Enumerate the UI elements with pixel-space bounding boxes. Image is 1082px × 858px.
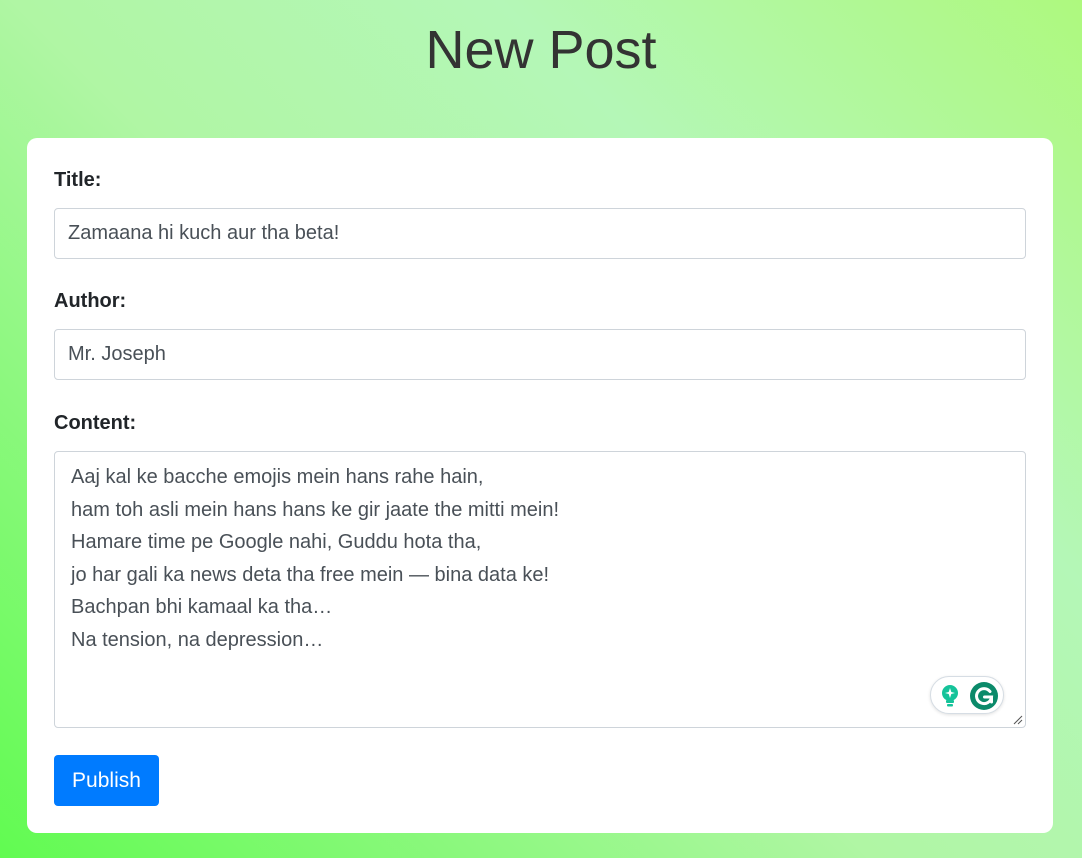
title-label: Title: [54, 169, 102, 191]
page-title: New Post [425, 20, 657, 80]
resize-handle-icon[interactable] [1013, 715, 1023, 725]
author-label: Author: [54, 290, 127, 312]
title-input[interactable]: Zamaana hi kuch aur tha beta! [54, 208, 1026, 259]
content-textarea[interactable]: Aaj kal ke bacche emojis mein hans rahe … [54, 451, 1026, 728]
grammarly-g-icon[interactable] [969, 681, 999, 711]
content-line: Na tension, na depression… [71, 628, 324, 651]
content-line: ham toh asli mein hans hans ke gir jaate… [71, 498, 560, 521]
content-line: jo har gali ka news deta tha free mein —… [71, 563, 550, 586]
content-line: Bachpan bhi kamaal ka tha… [71, 596, 333, 619]
content-label: Content: [54, 412, 137, 434]
content-line: Hamare time pe Google nahi, Guddu hota t… [71, 531, 482, 554]
publish-button[interactable]: Publish [54, 755, 159, 806]
grammarly-widget[interactable] [930, 676, 1004, 714]
author-input[interactable]: Mr. Joseph [54, 329, 1026, 380]
content-line: Aaj kal ke bacche emojis mein hans rahe … [71, 466, 484, 488]
lightbulb-icon[interactable] [937, 683, 963, 709]
new-post-form: Title: Zamaana hi kuch aur tha beta! Aut… [27, 138, 1053, 833]
